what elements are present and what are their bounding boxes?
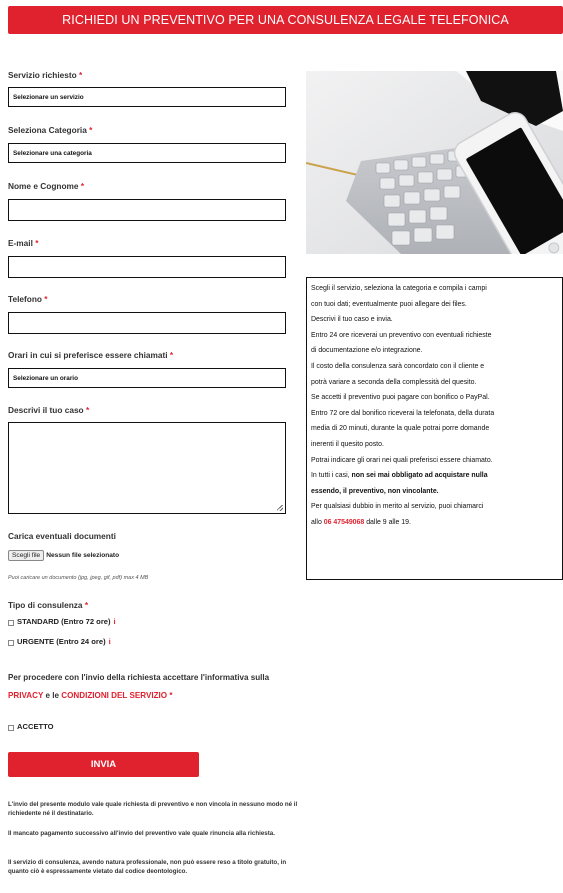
submit-button[interactable]: INVIA (8, 752, 199, 777)
info-icon[interactable]: i (109, 637, 111, 646)
contact-line: allo 06 47549068 dalle 9 alle 19. (311, 518, 411, 526)
conditions-link[interactable]: CONDIZIONI DEL SERVIZIO (61, 691, 167, 700)
file-upload: Scegli file Nessun file selezionato (8, 550, 119, 561)
standard-option[interactable]: STANDARD (Entro 72 ore) i (8, 617, 116, 626)
privacy-link[interactable]: PRIVACY (8, 691, 43, 700)
keyboard-phone-photo (306, 71, 563, 254)
telefono-label: Telefono * (8, 294, 48, 304)
info-box: Scegli il servizio, seleziona la categor… (306, 277, 563, 580)
orari-label: Orari in cui si preferisce essere chiama… (8, 350, 174, 360)
info-icon[interactable]: i (114, 617, 116, 626)
no-obligation-line: In tutti i casi, non sei mai obbligato a… (311, 472, 488, 480)
accept-option[interactable]: ACCETTO (8, 722, 54, 731)
urgente-option[interactable]: URGENTE (Entro 24 ore) i (8, 637, 111, 646)
documenti-label: Carica eventuali documenti (8, 531, 116, 541)
servizio-select[interactable]: Selezionare un servizio (8, 87, 286, 107)
descrizione-label: Descrivi il tuo caso * (8, 405, 90, 415)
email-label: E-mail * (8, 238, 39, 248)
resize-handle-icon[interactable] (277, 505, 283, 511)
disclaimer-2: Il mancato pagamento successivo all'invi… (8, 830, 275, 837)
privacy-notice: Per procedere con l'invio della richiest… (8, 673, 270, 700)
telefono-input[interactable] (8, 312, 286, 334)
disclaimer-1: L'invio del presente modulo vale quale r… (8, 801, 298, 817)
nome-input[interactable] (8, 199, 286, 221)
choose-file-button[interactable]: Scegli file (8, 550, 45, 561)
urgente-checkbox[interactable] (8, 640, 14, 646)
file-status: Nessun file selezionato (46, 552, 120, 559)
nome-label: Nome e Cognome * (8, 181, 85, 191)
orari-select[interactable]: Selezionare un orario (8, 368, 286, 388)
servizio-label: Servizio richiesto * (8, 70, 83, 80)
standard-checkbox[interactable] (8, 620, 14, 626)
email-input[interactable] (8, 256, 286, 278)
page-banner: RICHIEDI UN PREVENTIVO PER UNA CONSULENZ… (8, 6, 563, 34)
categoria-select[interactable]: Selezionare una categoria (8, 143, 286, 163)
accept-checkbox[interactable] (8, 725, 14, 731)
tipo-label: Tipo di consulenza * (8, 600, 89, 610)
banner-title: RICHIEDI UN PREVENTIVO PER UNA CONSULENZ… (62, 13, 509, 27)
phone-link[interactable]: 06 47549068 (324, 519, 365, 526)
upload-hint: Puoi caricare un documento (jpg, jpeg, g… (8, 575, 149, 581)
descrizione-textarea[interactable] (8, 422, 286, 514)
disclaimer-3: Il servizio di consulenza, avendo natura… (8, 859, 287, 875)
categoria-label: Seleziona Categoria * (8, 125, 93, 135)
